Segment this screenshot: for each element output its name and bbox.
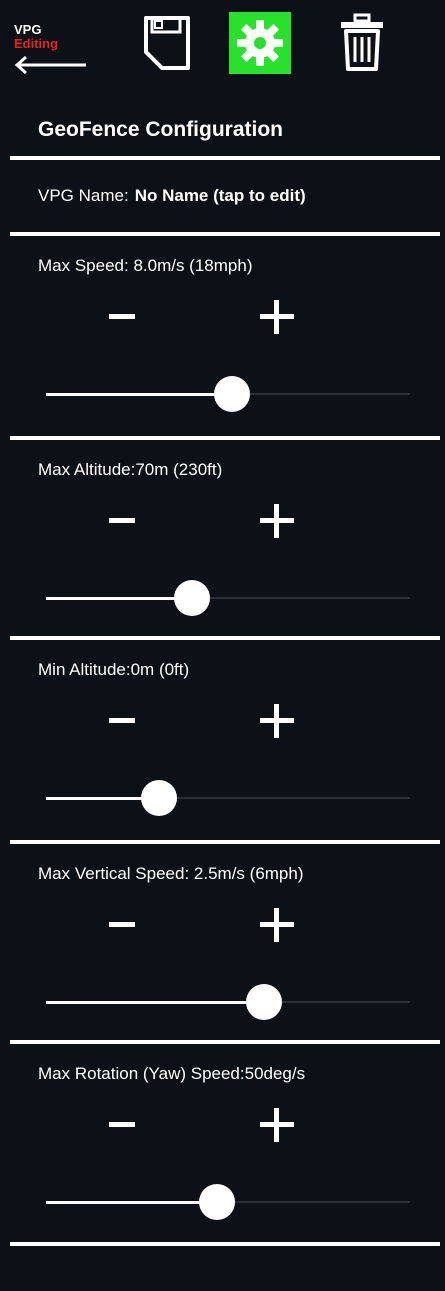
value-slider[interactable] bbox=[46, 1184, 410, 1220]
increase-button[interactable] bbox=[256, 700, 296, 740]
slider-fill bbox=[46, 1201, 217, 1204]
setting-max-speed: Max Speed: 8.0m/s (18mph) bbox=[0, 236, 445, 436]
setting-min-altitude: Min Altitude:0m (0ft) bbox=[0, 640, 445, 840]
increase-button[interactable] bbox=[256, 1104, 296, 1144]
decrease-button[interactable] bbox=[106, 296, 142, 336]
slider-thumb[interactable] bbox=[141, 780, 177, 816]
decrease-button[interactable] bbox=[106, 904, 142, 944]
increase-button[interactable] bbox=[256, 296, 296, 336]
gear-icon bbox=[237, 20, 283, 66]
vpg-name-row[interactable]: VPG Name: No Name (tap to edit) bbox=[38, 186, 306, 206]
settings-button[interactable] bbox=[229, 12, 291, 74]
decrease-button[interactable] bbox=[106, 500, 142, 540]
vpg-name-label: VPG Name: bbox=[38, 186, 129, 205]
setting-label: Max Speed: 8.0m/s (18mph) bbox=[38, 256, 253, 275]
back-button[interactable]: VPG Editing bbox=[12, 22, 92, 82]
trash-icon bbox=[341, 13, 383, 71]
setting-label: Max Rotation (Yaw) Speed:50deg/s bbox=[38, 1064, 306, 1083]
back-title: VPG bbox=[14, 22, 42, 37]
decrease-button[interactable] bbox=[106, 1104, 142, 1144]
slider-fill bbox=[46, 1001, 264, 1004]
slider-fill bbox=[46, 393, 232, 396]
setting-label: Max Altitude:70m (230ft) bbox=[38, 460, 223, 479]
decrease-button[interactable] bbox=[106, 700, 142, 740]
slider-thumb[interactable] bbox=[246, 984, 282, 1020]
value-slider[interactable] bbox=[46, 580, 410, 616]
slider-fill bbox=[46, 597, 192, 600]
delete-button[interactable] bbox=[331, 12, 393, 74]
geofence-screen: VPG Editing GeoFence Configuration VPG N… bbox=[0, 0, 445, 1291]
value-slider[interactable] bbox=[46, 780, 410, 816]
divider bbox=[10, 156, 440, 160]
setting-label: Min Altitude:0m (0ft) bbox=[38, 660, 190, 679]
setting-label: Max Vertical Speed: 2.5m/s (6mph) bbox=[38, 864, 304, 883]
setting-max-yaw-speed: Max Rotation (Yaw) Speed:50deg/s bbox=[0, 1044, 445, 1244]
value-slider[interactable] bbox=[46, 984, 410, 1020]
top-toolbar: VPG Editing bbox=[0, 0, 445, 105]
slider-thumb[interactable] bbox=[174, 580, 210, 616]
save-button[interactable] bbox=[136, 12, 198, 74]
value-slider[interactable] bbox=[46, 376, 410, 412]
slider-thumb[interactable] bbox=[199, 1184, 235, 1220]
slider-thumb[interactable] bbox=[214, 376, 250, 412]
vpg-name-value: No Name (tap to edit) bbox=[134, 186, 306, 205]
page-title: GeoFence Configuration bbox=[38, 118, 284, 141]
increase-button[interactable] bbox=[256, 500, 296, 540]
back-subtitle: Editing bbox=[14, 36, 59, 51]
setting-max-vertical-speed: Max Vertical Speed: 2.5m/s (6mph) bbox=[0, 844, 445, 1044]
increase-button[interactable] bbox=[256, 904, 296, 944]
back-arrow-icon bbox=[14, 56, 86, 74]
setting-max-altitude: Max Altitude:70m (230ft) bbox=[0, 440, 445, 640]
save-icon bbox=[144, 16, 190, 70]
divider bbox=[10, 1242, 440, 1246]
